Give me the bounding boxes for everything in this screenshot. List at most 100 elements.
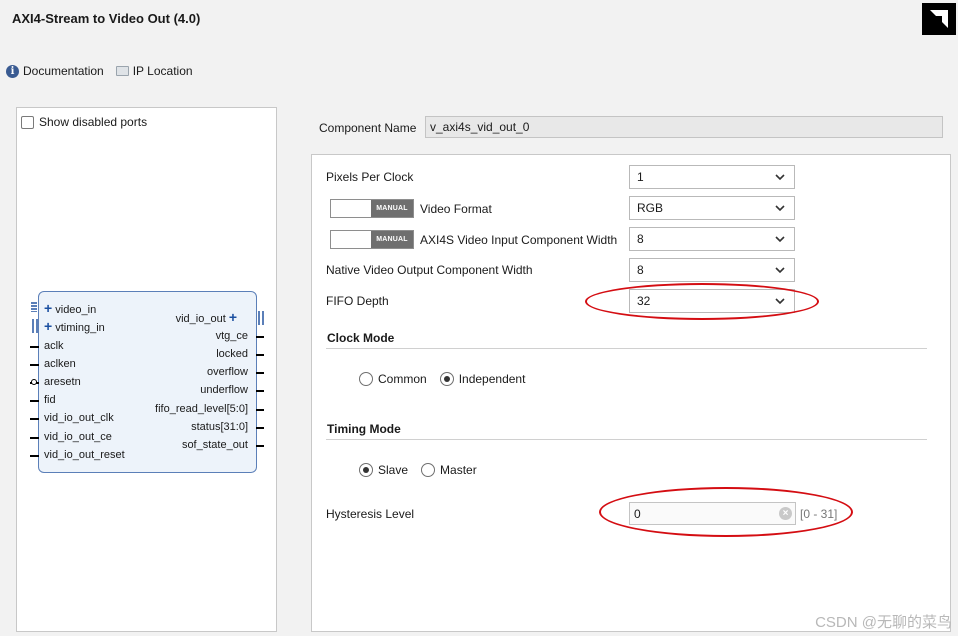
port-stub (30, 455, 39, 457)
vendor-logo (922, 3, 956, 35)
axi4s-width-manual-toggle[interactable]: MANUAL (330, 230, 414, 249)
radio-master-label: Master (440, 463, 477, 477)
radio-slave[interactable] (359, 463, 373, 477)
port-video-in[interactable]: + video_in (44, 300, 97, 316)
component-name-input[interactable]: v_axi4s_vid_out_0 (425, 116, 943, 138)
port-vid-io-out-ce[interactable]: vid_io_out_ce (44, 431, 112, 443)
port-vid-io-out[interactable]: vid_io_out + (175, 309, 237, 325)
clock-mode-independent-option[interactable]: Independent (439, 372, 526, 386)
port-overflow[interactable]: overflow (207, 366, 248, 378)
port-label: vtiming_in (55, 322, 105, 334)
port-stub (256, 445, 264, 447)
port-vtg-ce[interactable]: vtg_ce (216, 330, 248, 342)
show-disabled-ports-checkbox[interactable] (21, 115, 34, 129)
fifo-depth-value: 32 (637, 294, 651, 308)
port-stub (30, 400, 39, 402)
bus-connector-icon (36, 319, 38, 333)
pixels-per-clock-label: Pixels Per Clock (326, 170, 414, 184)
info-icon: i (6, 64, 19, 78)
port-locked[interactable]: locked (216, 348, 248, 360)
radio-common[interactable] (359, 372, 373, 386)
expand-plus-icon[interactable]: + (44, 318, 52, 334)
port-label: video_in (55, 304, 97, 316)
config-panel (311, 154, 951, 632)
clock-mode-common-option[interactable]: Common (359, 372, 427, 386)
port-stub (30, 346, 39, 348)
port-label: vid_io_out_reset (44, 449, 125, 461)
port-sof-state-out[interactable]: sof_state_out (182, 439, 248, 451)
port-vid-io-out-clk[interactable]: vid_io_out_clk (44, 412, 114, 424)
video-format-select[interactable]: RGB (629, 196, 795, 220)
timing-mode-master-option[interactable]: Master (421, 463, 477, 477)
ip-location-link[interactable]: IP Location (115, 64, 193, 78)
port-vid-io-out-reset[interactable]: vid_io_out_reset (44, 449, 125, 461)
hysteresis-value: 0 (634, 507, 641, 521)
bus-connector-icon (31, 302, 37, 312)
fifo-depth-select[interactable]: 32 (629, 289, 795, 313)
port-label: aresetn (44, 376, 81, 388)
port-stub (256, 372, 264, 374)
port-label: vtg_ce (215, 330, 248, 342)
bus-connector-icon (258, 311, 260, 325)
documentation-link[interactable]: i Documentation (6, 64, 104, 78)
hysteresis-label: Hysteresis Level (326, 507, 415, 521)
manual-toggle-knob: MANUAL (371, 200, 413, 217)
port-status[interactable]: status[31:0] (191, 421, 248, 433)
port-label: overflow (207, 366, 248, 378)
port-label: sof_state_out (181, 439, 248, 451)
component-name-label: Component Name (319, 121, 417, 135)
active-low-bubble-icon (31, 379, 37, 385)
port-label: fid (44, 394, 56, 406)
port-aresetn[interactable]: aresetn (44, 376, 81, 388)
show-disabled-ports-label: Show disabled ports (39, 115, 148, 129)
ip-location-label: IP Location (132, 64, 193, 78)
port-label: fifo_read_level[5:0] (155, 403, 248, 415)
port-underflow[interactable]: underflow (200, 384, 248, 396)
watermark: CSDN @无聊的菜鸟 (815, 614, 952, 631)
port-label: aclken (44, 358, 76, 370)
radio-independent[interactable] (439, 372, 454, 386)
axi4s-width-label: AXI4S Video Input Component Width (420, 233, 618, 247)
radio-independent-label: Independent (458, 372, 526, 386)
port-aclken[interactable]: aclken (44, 358, 76, 370)
radio-master[interactable] (421, 463, 436, 477)
port-aclk[interactable]: aclk (44, 340, 64, 352)
port-stub (256, 390, 264, 392)
pixels-per-clock-select[interactable]: 1 (629, 165, 795, 189)
port-fifo-read-level[interactable]: fifo_read_level[5:0] (155, 403, 248, 415)
port-stub (256, 409, 264, 411)
window-title: AXI4-Stream to Video Out (4.0) (12, 11, 201, 26)
port-label: aclk (44, 340, 64, 352)
port-label: underflow (200, 384, 248, 396)
port-vtiming-in[interactable]: + vtiming_in (44, 318, 105, 334)
chevron-down-icon (775, 205, 785, 212)
expand-plus-icon[interactable]: + (229, 309, 237, 325)
port-stub (256, 354, 264, 356)
show-disabled-ports[interactable]: Show disabled ports (21, 115, 147, 129)
clear-icon[interactable]: × (779, 507, 792, 520)
folder-icon (115, 66, 129, 76)
timing-mode-divider (326, 439, 927, 440)
timing-mode-title: Timing Mode (327, 422, 401, 436)
video-format-manual-toggle[interactable]: MANUAL (330, 199, 414, 218)
manual-toggle-knob: MANUAL (371, 231, 413, 248)
toolbar: i Documentation IP Location (6, 62, 201, 80)
clock-mode-divider (326, 348, 927, 349)
axi4s-width-select[interactable]: 8 (629, 227, 795, 251)
hysteresis-input[interactable]: 0 × (629, 502, 796, 525)
bus-connector-icon (262, 311, 264, 325)
native-width-select[interactable]: 8 (629, 258, 795, 282)
port-stub (30, 437, 39, 439)
expand-plus-icon[interactable]: + (44, 300, 52, 316)
native-width-value: 8 (637, 263, 644, 277)
port-stub (256, 336, 264, 338)
port-fid[interactable]: fid (44, 394, 56, 406)
timing-mode-slave-option[interactable]: Slave (359, 463, 408, 477)
port-label: vid_io_out (175, 313, 226, 325)
chevron-down-icon (775, 174, 785, 181)
port-stub (30, 364, 39, 366)
native-width-label: Native Video Output Component Width (326, 263, 533, 277)
ip-symbol[interactable]: + video_in + vtiming_in aclk aclken ares… (30, 291, 264, 473)
clock-mode-radio-group: Common Independent (359, 372, 533, 386)
chevron-down-icon (775, 267, 785, 274)
